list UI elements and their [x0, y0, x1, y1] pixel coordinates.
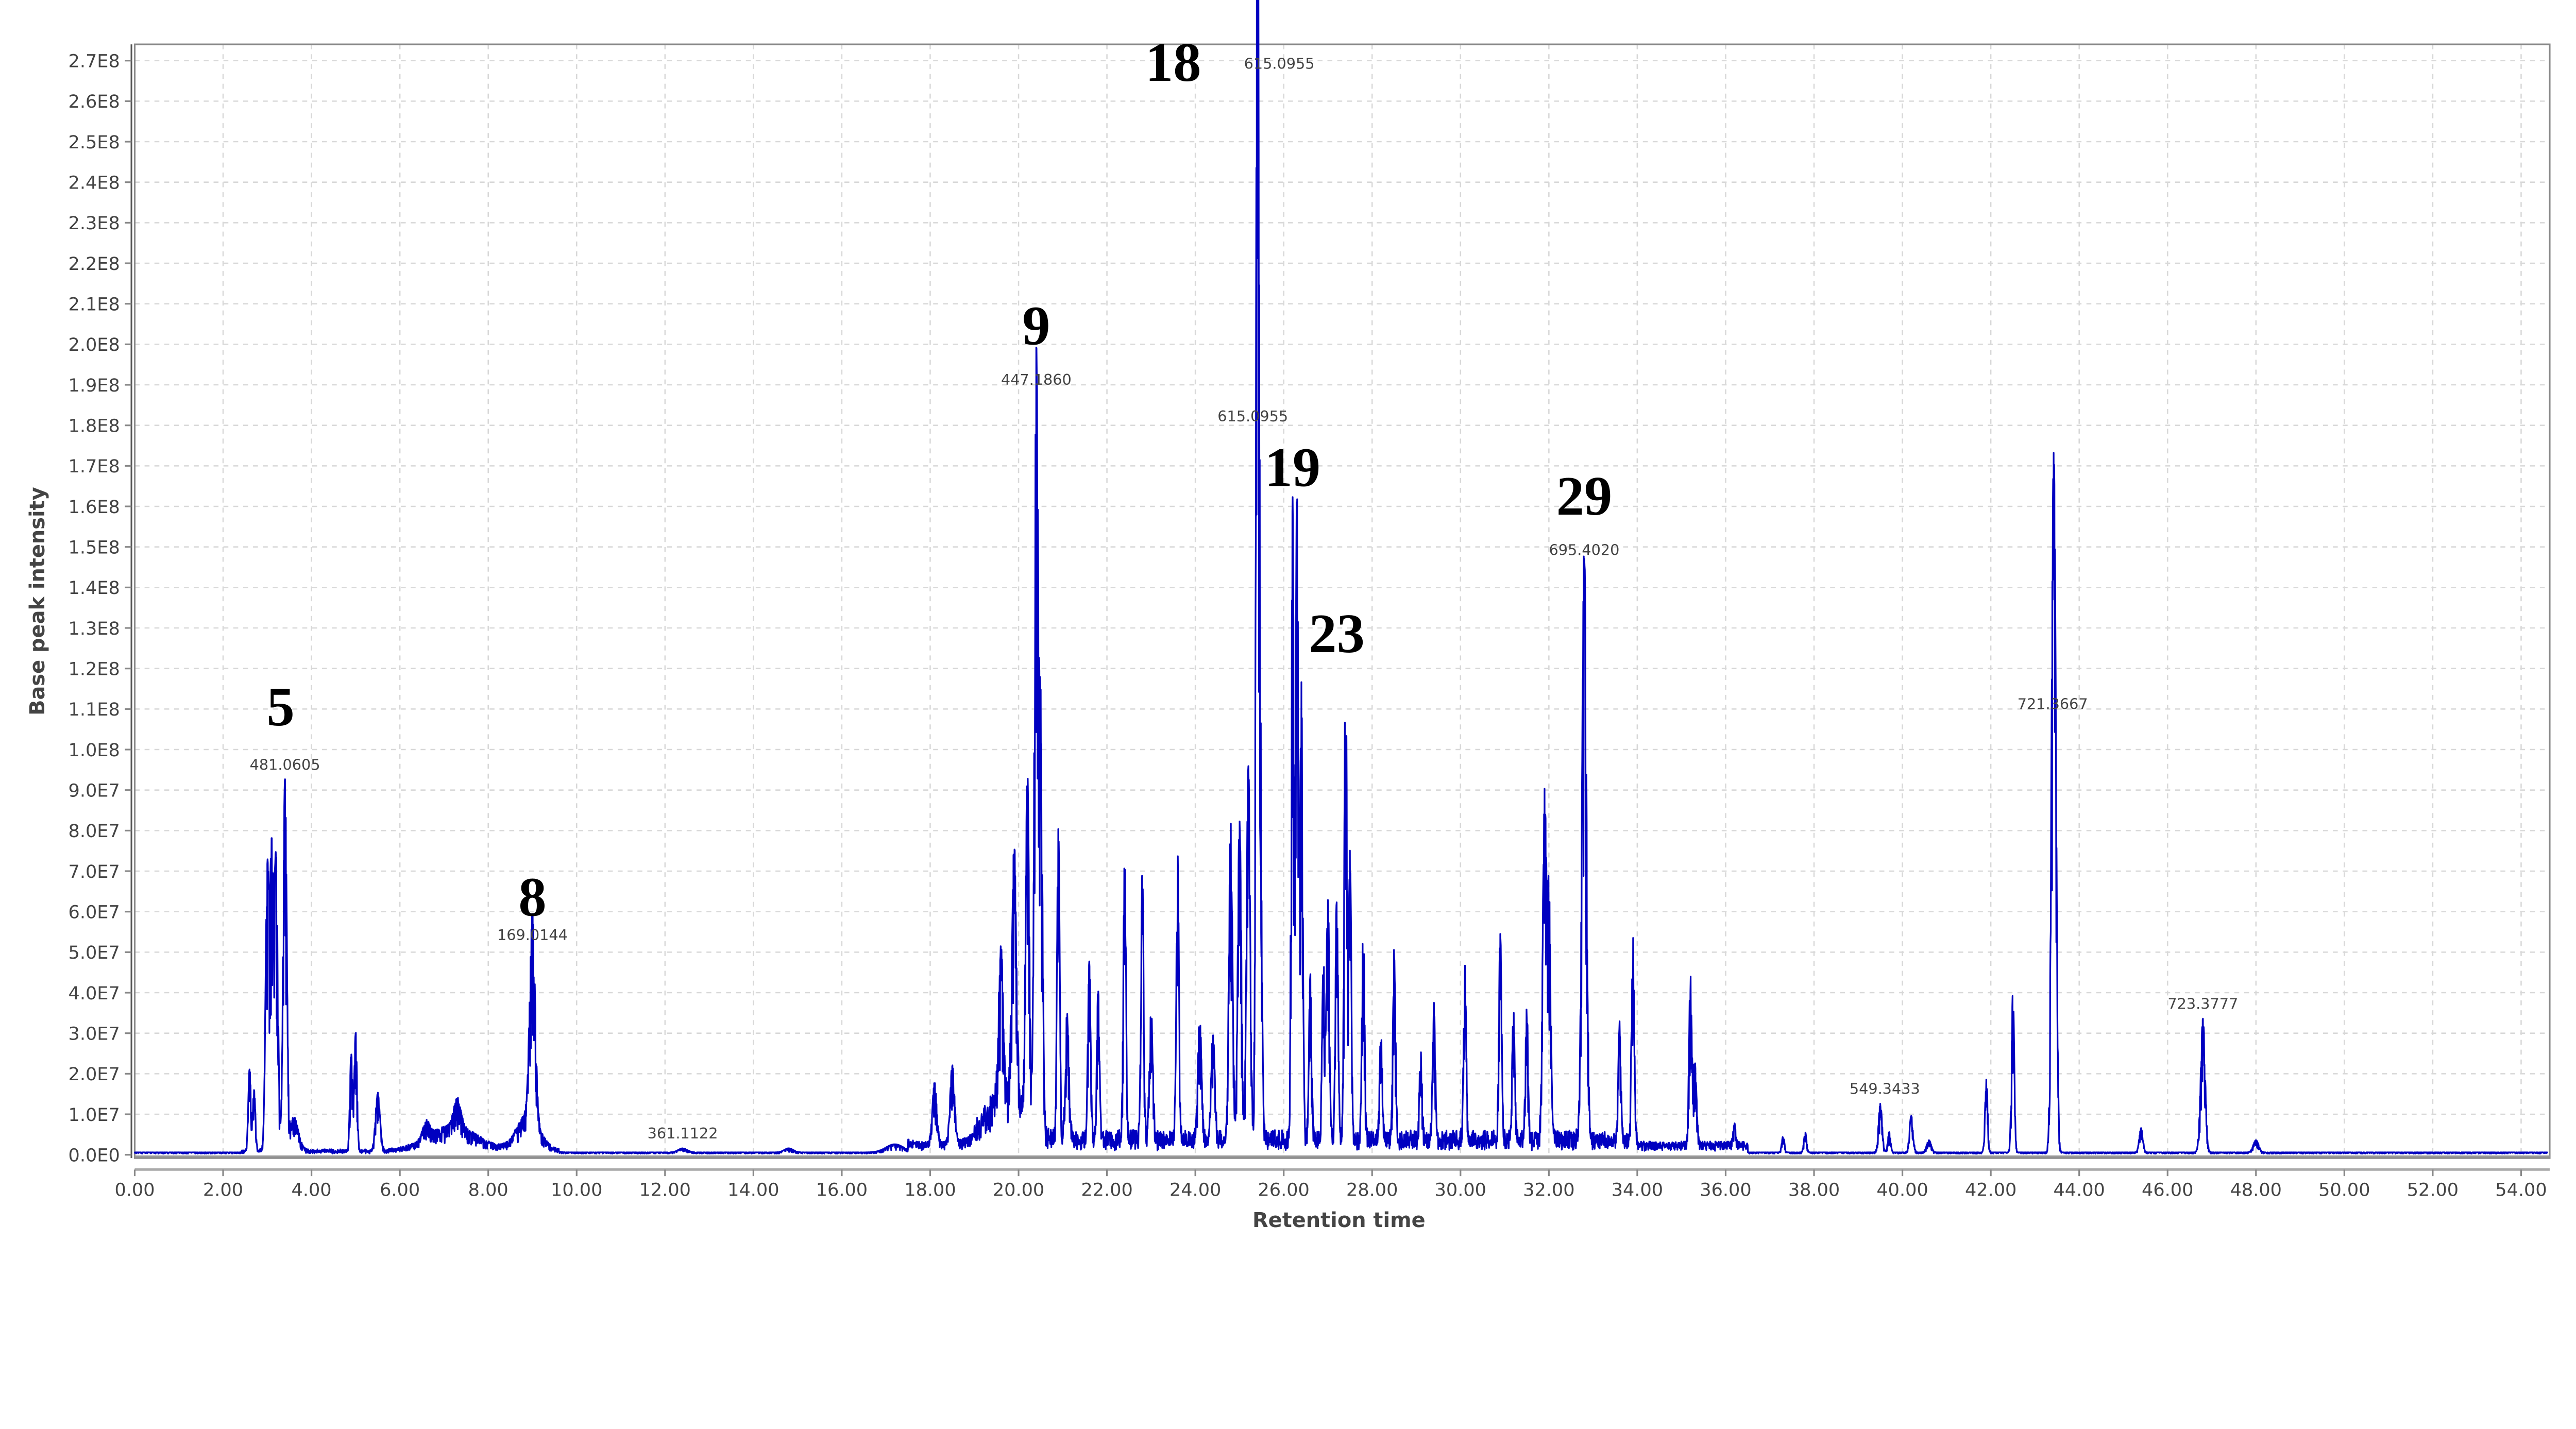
mass-label: 695.4020: [1549, 541, 1620, 558]
x-tick-label: 46.00: [2142, 1179, 2193, 1200]
x-tick-label: 16.00: [816, 1179, 868, 1200]
y-tick-label: 8.0E7: [69, 821, 120, 842]
mass-label: 723.3777: [2167, 995, 2238, 1012]
x-tick-label: 34.00: [1612, 1179, 1663, 1200]
mass-label: 549.3433: [1850, 1080, 1920, 1098]
compound-number-label: 19: [1265, 437, 1320, 499]
x-tick-label: 38.00: [1788, 1179, 1840, 1200]
mass-label: 615.0955: [1244, 55, 1315, 72]
y-tick-label: 1.0E7: [69, 1104, 120, 1126]
compound-number-label: 9: [1022, 295, 1050, 356]
y-tick-label: 4.0E7: [69, 983, 120, 1004]
y-tick-label: 7.0E7: [69, 861, 120, 882]
mass-label: 169.0144: [497, 926, 568, 944]
y-tick-label: 0.0E0: [69, 1145, 120, 1166]
x-tick-label: 2.00: [203, 1179, 243, 1200]
y-tick-label: 2.4E8: [69, 172, 120, 193]
compound-number-label: 23: [1309, 603, 1364, 665]
mass-label: 615.0955: [1217, 407, 1288, 425]
x-tick-label: 52.00: [2407, 1179, 2459, 1200]
y-tick-label: 1.4E8: [69, 577, 120, 599]
x-tick-label: 44.00: [2053, 1179, 2105, 1200]
y-tick-label: 1.0E8: [69, 740, 120, 761]
y-tick-label: 1.2E8: [69, 658, 120, 679]
y-tick-label: 2.6E8: [69, 91, 120, 112]
x-tick-label: 24.00: [1170, 1179, 1221, 1200]
x-tick-label: 8.00: [468, 1179, 509, 1200]
y-tick-label: 2.2E8: [69, 253, 120, 275]
chromatogram-chart: 0.0E0 1.0E7 2.0E7 3.0E7 4.0E7 5.0E7 6.0E7 7.0E7…: [0, 0, 2576, 1245]
y-tick-label: 1.6E8: [69, 497, 120, 518]
compound-number-label: 8: [518, 866, 546, 928]
x-tick-label: 48.00: [2230, 1179, 2282, 1200]
x-tick-label: 12.00: [639, 1179, 691, 1200]
x-tick-label: 28.00: [1346, 1179, 1398, 1200]
x-tick-label: 10.00: [551, 1179, 602, 1200]
x-tick-label: 18.00: [904, 1179, 956, 1200]
x-tick-label: 4.00: [292, 1179, 332, 1200]
y-tick-label: 2.5E8: [69, 132, 120, 153]
y-tick-label: 1.9E8: [69, 375, 120, 396]
x-tick-label: 26.00: [1258, 1179, 1309, 1200]
compound-number-label: 18: [1145, 31, 1201, 93]
x-tick-label: 30.00: [1435, 1179, 1486, 1200]
x-tick-label: 54.00: [2495, 1179, 2547, 1200]
y-tick-label: 6.0E7: [69, 901, 120, 923]
y-tick-label: 9.0E7: [69, 780, 120, 801]
y-tick-label: 1.7E8: [69, 456, 120, 477]
y-tick-label: 2.3E8: [69, 213, 120, 234]
x-tick-label: 32.00: [1523, 1179, 1574, 1200]
chart-background: [0, 0, 2576, 1245]
y-tick-label: 2.0E7: [69, 1064, 120, 1085]
y-tick-label: 1.1E8: [69, 699, 120, 720]
y-tick-label: 3.0E7: [69, 1023, 120, 1044]
x-tick-label: 40.00: [1876, 1179, 1928, 1200]
y-tick-label: 1.5E8: [69, 537, 120, 558]
y-tick-label: 5.0E7: [69, 942, 120, 963]
y-tick-label: 2.7E8: [69, 50, 120, 72]
mass-label: 447.1860: [1001, 371, 1072, 388]
x-tick-label: 6.00: [380, 1179, 420, 1200]
y-tick-label: 1.8E8: [69, 415, 120, 436]
y-tick-label: 1.3E8: [69, 618, 120, 639]
x-tick-label: 0.00: [114, 1179, 155, 1200]
y-tick-label: 2.1E8: [69, 294, 120, 315]
x-tick-label: 20.00: [993, 1179, 1044, 1200]
y-tick-label: 2.0E8: [69, 334, 120, 355]
y-axis-title: Base peak intensity: [26, 487, 49, 716]
x-axis-title: Retention time: [1252, 1209, 1426, 1232]
mass-label: 721.3667: [2018, 695, 2088, 712]
x-tick-label: 42.00: [1965, 1179, 2016, 1200]
x-tick-label: 36.00: [1700, 1179, 1751, 1200]
x-tick-label: 50.00: [2318, 1179, 2370, 1200]
compound-number-label: 5: [266, 676, 294, 738]
x-tick-label: 14.00: [727, 1179, 779, 1200]
mass-label: 481.0605: [250, 756, 320, 773]
compound-number-label: 29: [1556, 465, 1612, 527]
mass-label: 361.1122: [648, 1125, 718, 1142]
x-tick-label: 22.00: [1081, 1179, 1132, 1200]
